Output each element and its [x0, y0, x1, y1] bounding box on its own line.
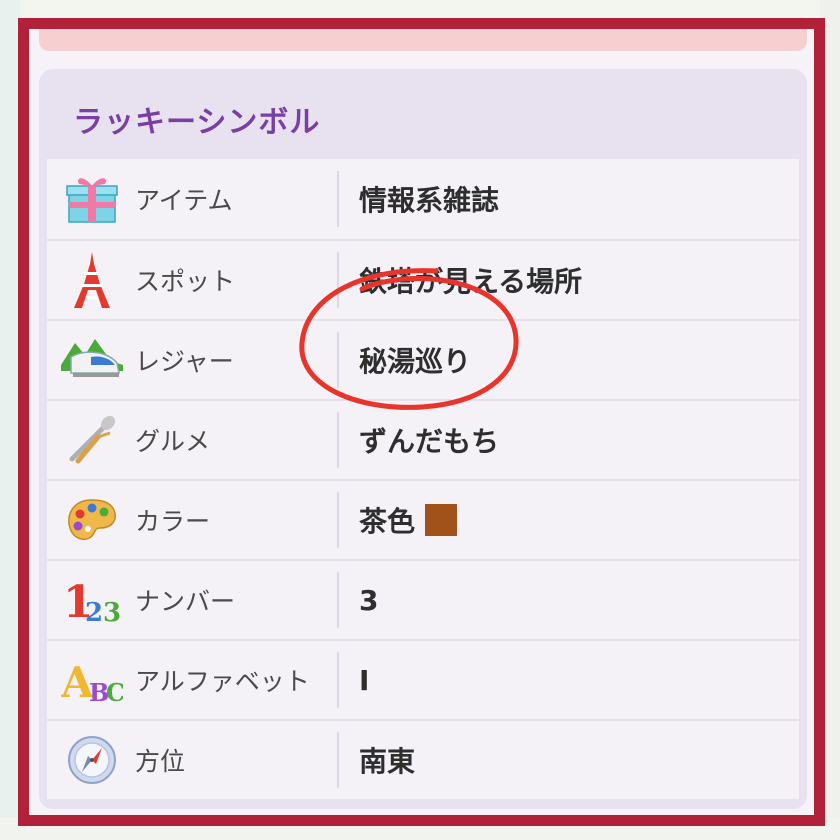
palette-icon — [55, 480, 129, 560]
row-value: ずんだもち — [359, 425, 500, 458]
row-value: 秘湯巡り — [359, 345, 472, 378]
table-row-number: 1 2 3 ナンバー 3 — [47, 559, 799, 639]
row-value: 鉄塔が見える場所 — [359, 265, 583, 298]
row-label: 方位 — [135, 747, 186, 776]
table-row-item: アイテム 情報系雑誌 — [47, 159, 799, 239]
row-label: カラー — [135, 507, 211, 536]
svg-text:2: 2 — [85, 598, 103, 625]
row-value: 情報系雑誌 — [359, 184, 500, 217]
svg-text:3: 3 — [103, 598, 121, 625]
table-row-direction: 方位 南東 — [47, 719, 799, 799]
letters-abc-icon: A B C — [55, 640, 129, 720]
previous-section-bar — [39, 29, 807, 51]
row-value: 南東 — [359, 745, 416, 778]
gift-box-icon — [55, 159, 129, 239]
symbol-table: アイテム 情報系雑誌 スポット 鉄塔が見える場所 レジャー 秘湯巡り グルメ ず… — [47, 159, 799, 799]
table-row-leisure: レジャー 秘湯巡り — [47, 319, 799, 399]
row-value: I — [359, 663, 370, 697]
row-label: ナンバー — [135, 587, 236, 616]
train-mountain-icon — [55, 320, 129, 400]
row-label: アイテム — [135, 186, 233, 215]
row-label: スポット — [135, 267, 236, 296]
svg-text:C: C — [106, 678, 123, 705]
row-label: グルメ — [135, 427, 211, 456]
compass-icon — [55, 720, 129, 800]
background-pattern-left — [0, 0, 20, 840]
row-label: レジャー — [135, 347, 234, 376]
card-title: ラッキーシンボル — [73, 105, 321, 140]
color-swatch — [425, 504, 458, 536]
table-row-color: カラー 茶色 — [47, 479, 799, 559]
row-value: 3 — [359, 583, 379, 617]
red-frame: ラッキーシンボル アイテム 情報系雑誌 スポット 鉄塔が見える場所 レジャー 秘… — [18, 18, 825, 826]
color-value-text: 茶色 — [359, 505, 416, 538]
table-row-gourmet: グルメ ずんだもち — [47, 399, 799, 479]
numbers-123-icon: 1 2 3 — [55, 560, 129, 640]
table-row-alphabet: A B C アルファベット I — [47, 639, 799, 719]
tokyo-tower-icon — [55, 240, 129, 320]
row-value: 茶色 — [339, 500, 458, 540]
table-row-spot: スポット 鉄塔が見える場所 — [47, 239, 799, 319]
row-label: アルファベット — [135, 667, 310, 696]
fork-spoon-icon — [55, 400, 129, 480]
lucky-symbol-card: ラッキーシンボル アイテム 情報系雑誌 スポット 鉄塔が見える場所 レジャー 秘… — [39, 69, 807, 809]
